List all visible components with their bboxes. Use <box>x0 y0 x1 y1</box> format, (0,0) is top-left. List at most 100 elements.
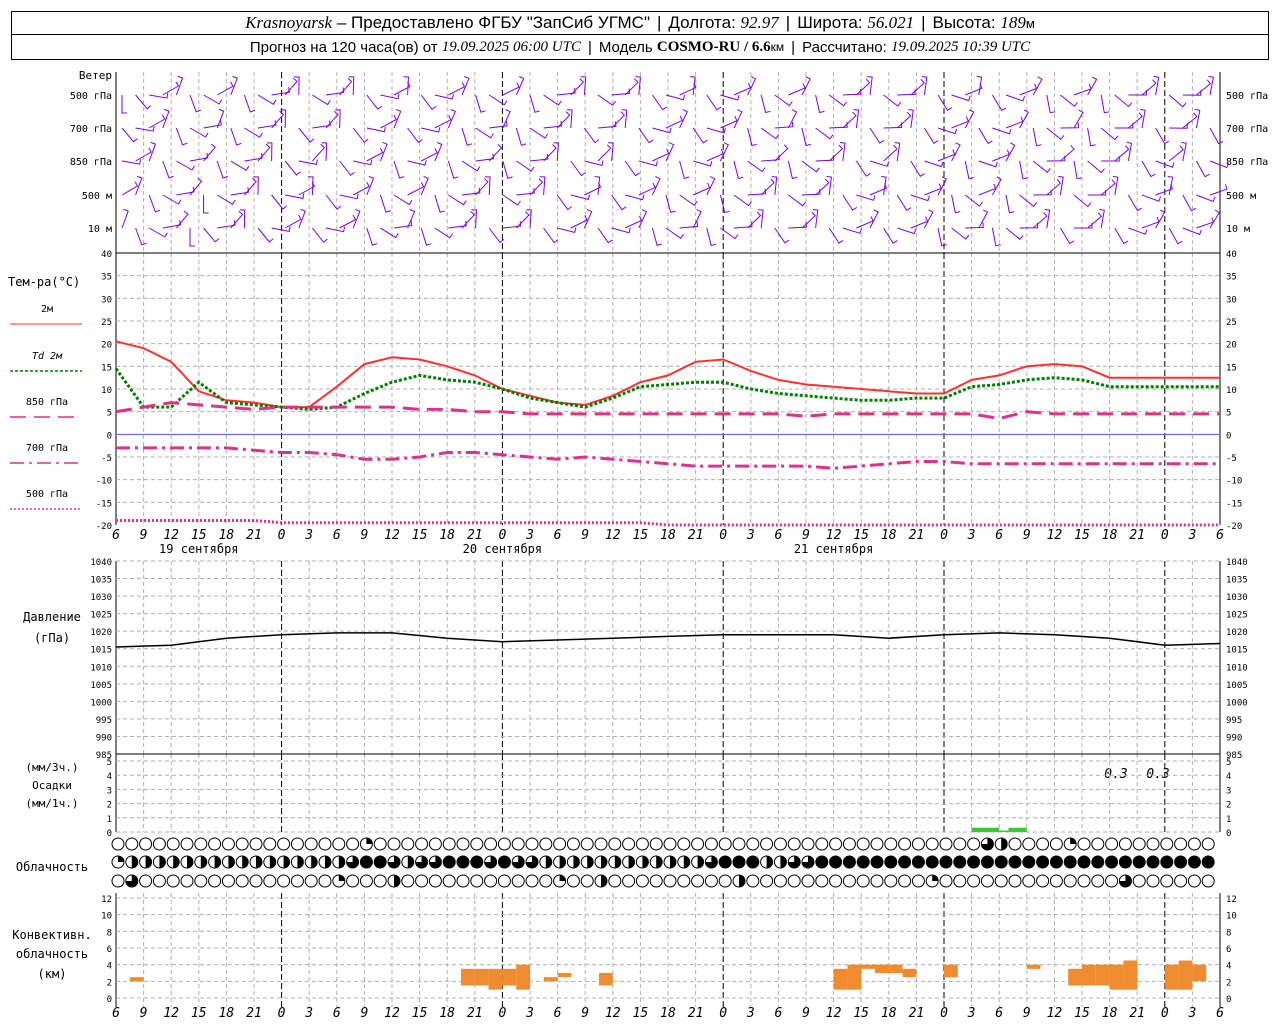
cloud-cover-symbol <box>428 874 442 888</box>
wind-level-label-left: 700 гПа <box>70 124 112 135</box>
cloud-cover-symbol <box>622 874 636 888</box>
conv-cloud-bar <box>461 968 475 986</box>
temp-ytick-right: 25 <box>1226 318 1237 328</box>
cloud-cover-symbol <box>346 855 360 869</box>
wind-barb <box>570 215 588 229</box>
cloud-cover-symbol <box>635 874 649 888</box>
wind-barb <box>611 194 627 211</box>
precip-bar <box>999 830 1009 832</box>
cloud-cover-symbol <box>180 874 194 888</box>
conv-xtick-label: 15 <box>853 1006 869 1021</box>
cloud-cover-symbol <box>470 874 484 888</box>
wind-barb <box>706 94 722 111</box>
cloud-cover-symbol <box>829 874 843 888</box>
wind-barb <box>434 227 454 239</box>
cloud-cover-symbol <box>249 855 263 869</box>
wind-barb <box>162 108 170 129</box>
wind-barb <box>842 194 858 211</box>
temp-ytick-right: -10 <box>1226 477 1242 487</box>
wind-barb <box>1087 76 1098 96</box>
wind-barb <box>312 227 328 243</box>
wind-barb <box>176 160 195 171</box>
wind-barb <box>203 94 223 105</box>
temp-xtick-label: 12 <box>384 528 400 543</box>
cloud-cover-symbol <box>318 855 332 869</box>
cloud-cover-symbol <box>166 855 180 869</box>
wind-barb <box>760 94 771 114</box>
cloud-cover-symbol <box>953 855 967 869</box>
cloud-cover-symbol <box>911 874 925 888</box>
cloud-cover-symbol <box>994 837 1008 851</box>
wind-barb <box>148 114 166 129</box>
cloud-cover-symbol <box>442 837 456 851</box>
wind-barb <box>434 94 454 100</box>
cloud-cover-symbol <box>263 837 277 851</box>
wind-barb <box>1196 194 1216 203</box>
temp-xtick-label: 18 <box>1102 528 1118 543</box>
wind-barb <box>189 177 203 196</box>
cloud-cover-symbol <box>1201 874 1215 888</box>
wind-barb <box>853 109 860 129</box>
conv-ytick-left: 8 <box>107 928 112 938</box>
conv-cloud-bar <box>1068 968 1082 986</box>
wind-barb <box>312 94 331 106</box>
wind-barb <box>1087 212 1103 229</box>
wind-barb <box>1044 208 1051 229</box>
cloud-cover-symbol <box>456 855 470 869</box>
temp-xtick-label: 0 <box>1161 528 1169 543</box>
wind-barb <box>557 227 577 234</box>
cloud-cover-symbol <box>1008 855 1022 869</box>
cloud-cover-symbol <box>1063 874 1077 888</box>
cloud-cover-symbol <box>1049 837 1063 851</box>
wind-barb <box>230 127 242 146</box>
temp-ytick-right: 15 <box>1226 363 1237 373</box>
temp-xtick-label: 6 <box>554 528 562 543</box>
conv-cloud-bar <box>1109 964 1124 990</box>
wind-barb <box>856 78 871 96</box>
conv-xtick-label: 12 <box>1047 1006 1063 1021</box>
wind-barb <box>1073 160 1083 180</box>
temp-xtick-label: 12 <box>163 528 179 543</box>
precip-ytick-left: 4 <box>107 772 112 782</box>
temp-xtick-label: 9 <box>140 528 148 543</box>
conv-xtick-label: 15 <box>412 1006 428 1021</box>
precip-title: Осадки <box>32 779 72 792</box>
cloud-cover-symbol <box>898 855 912 869</box>
cloud-cover-symbol <box>649 874 663 888</box>
cloud-cover-symbol <box>718 855 732 869</box>
cloud-cover-symbol <box>373 837 387 851</box>
cloud-cover-symbol <box>332 837 346 851</box>
cloud-cover-symbol <box>980 837 994 851</box>
cloud-cover-symbol <box>718 837 732 851</box>
conv-cloud-bar <box>861 964 875 969</box>
conv-xtick-label: 12 <box>605 1006 621 1021</box>
wind-barb <box>570 160 586 177</box>
conv-xtick-label: 3 <box>967 1006 976 1021</box>
temp-xtick-label: 0 <box>719 528 727 543</box>
temp-ytick-left: -10 <box>96 477 112 487</box>
cloud-cover-symbol <box>208 874 222 888</box>
temp-xtick-label: 18 <box>439 528 455 543</box>
wind-barb <box>771 176 778 196</box>
conv-ytick-left: 2 <box>107 978 112 988</box>
wind-barb <box>421 127 441 133</box>
cloud-cover-symbol <box>387 837 401 851</box>
cloud-cover-symbol <box>1036 837 1050 851</box>
wind-barb <box>1153 75 1160 96</box>
wind-barb <box>1032 127 1042 147</box>
wind-barb <box>992 127 1012 135</box>
conv-cloud-bar <box>1095 964 1110 986</box>
wind-barb <box>1209 127 1224 145</box>
conv-xtick-label: 18 <box>1102 1006 1118 1021</box>
cloud-cover-symbol <box>111 874 125 888</box>
cloud-cover-symbol <box>1022 874 1036 888</box>
wind-barb <box>951 227 970 240</box>
conv-xtick-label: 21 <box>467 1006 483 1021</box>
cloud-cover-symbol <box>829 855 843 869</box>
cloud-cover-symbol <box>332 855 346 869</box>
cloud-cover-symbol <box>401 837 415 851</box>
cloud-cover-symbol <box>290 837 304 851</box>
temp-xtick-label: 21 <box>1129 528 1145 543</box>
wind-barb <box>1060 94 1078 108</box>
wind-barb <box>298 159 318 165</box>
